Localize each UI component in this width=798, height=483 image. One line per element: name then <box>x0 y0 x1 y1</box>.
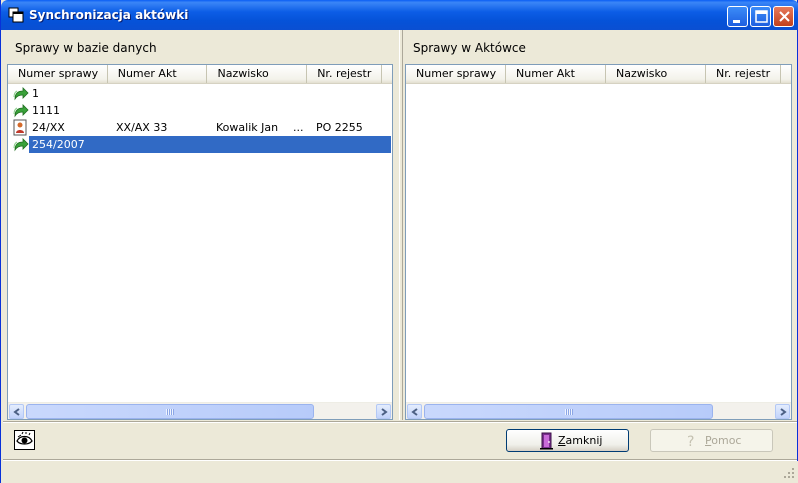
column-header-numer-akt[interactable]: Numer Akt <box>107 65 208 83</box>
column-header-numer-sprawy[interactable]: Numer sprawy <box>8 65 108 83</box>
cell-nazwisko: Kowalik Jan <box>216 121 279 134</box>
table-row-selected[interactable]: 254/2007 <box>8 136 392 153</box>
title-bar[interactable]: Synchronizacja aktówki <box>1 0 798 30</box>
svg-text:?: ? <box>687 434 694 449</box>
chevron-right-icon <box>780 408 787 416</box>
column-header-nazwisko[interactable]: Nazwisko <box>606 65 706 83</box>
column-header-nr-rejestr[interactable]: Nr. rejestr <box>706 65 781 83</box>
question-icon: ? <box>687 434 694 449</box>
left-horizontal-scrollbar[interactable] <box>8 402 392 419</box>
list-rows: 1 1111 24/XX XX/AX 33 Kowalik Jan ... PO… <box>8 85 392 153</box>
cell-numer-sprawy: 254/2007 <box>32 138 85 151</box>
database-cases-list[interactable]: Numer sprawy Numer Akt Nazwisko Nr. reje… <box>7 64 393 420</box>
person-document-icon <box>13 119 27 136</box>
column-header-nr-rejestr[interactable]: Nr. rejestr <box>307 65 383 83</box>
close-icon <box>779 11 790 22</box>
chevron-left-icon <box>13 408 20 416</box>
table-row[interactable]: 1111 <box>8 102 392 119</box>
green-arrow-icon <box>13 104 29 118</box>
column-header-numer-akt[interactable]: Numer Akt <box>506 65 606 83</box>
scroll-thumb[interactable] <box>424 404 713 419</box>
close-window-button[interactable] <box>773 6 794 27</box>
scroll-grip-icon <box>564 409 573 415</box>
left-panel-label: Sprawy w bazie danych <box>15 41 157 55</box>
maximize-button[interactable] <box>750 6 771 27</box>
eye-icon[interactable] <box>14 430 35 450</box>
scroll-right-button[interactable] <box>376 404 391 419</box>
window-title: Synchronizacja aktówki <box>29 8 189 22</box>
minimize-button[interactable] <box>727 6 748 27</box>
scroll-grip-icon <box>166 409 174 415</box>
right-horizontal-scrollbar[interactable] <box>406 402 791 419</box>
scroll-left-button[interactable] <box>9 404 24 419</box>
door-icon <box>540 432 553 450</box>
column-header-numer-sprawy[interactable]: Numer sprawy <box>406 65 506 83</box>
scroll-thumb[interactable] <box>26 404 314 419</box>
close-button-label: Zamknij <box>558 434 603 447</box>
chevron-right-icon <box>381 408 388 416</box>
cell-numer-akt: XX/AX 33 <box>116 121 168 134</box>
sync-window: Synchronizacja aktówki Sprawy w bazie da… <box>0 0 798 483</box>
app-icon <box>8 7 24 23</box>
close-button[interactable]: Zamknij <box>506 429 629 452</box>
scroll-right-button[interactable] <box>775 404 790 419</box>
cell-numer-sprawy: 24/XX <box>32 121 65 134</box>
minimize-icon <box>733 20 740 23</box>
table-row[interactable]: 24/XX XX/AX 33 Kowalik Jan ... PO 2255 <box>8 119 392 136</box>
chevron-left-icon <box>411 408 418 416</box>
divider <box>3 421 797 423</box>
scroll-left-button[interactable] <box>407 404 422 419</box>
green-arrow-icon <box>13 138 29 152</box>
table-row[interactable]: 1 <box>8 85 392 102</box>
resize-grip-icon[interactable] <box>783 467 795 479</box>
status-bar <box>1 461 798 483</box>
cell-nr-rejestr: PO 2255 <box>316 121 363 134</box>
cell-numer-sprawy: 1111 <box>32 104 60 117</box>
right-panel-label: Sprawy w Aktówce <box>413 41 526 55</box>
list-header: Numer sprawy Numer Akt Nazwisko Nr. reje… <box>406 65 791 84</box>
briefcase-cases-list[interactable]: Numer sprawy Numer Akt Nazwisko Nr. reje… <box>405 64 792 420</box>
cell-truncated: ... <box>293 121 304 134</box>
list-header: Numer sprawy Numer Akt Nazwisko Nr. reje… <box>8 65 392 84</box>
column-header-filler <box>781 65 791 83</box>
help-button-label: Pomoc <box>705 434 742 447</box>
cell-numer-sprawy: 1 <box>32 87 39 100</box>
green-arrow-icon <box>13 87 29 101</box>
column-header-nazwisko[interactable]: Nazwisko <box>207 65 308 83</box>
maximize-icon <box>755 10 768 23</box>
column-header-filler <box>382 65 392 83</box>
help-button[interactable]: ? Pomoc <box>650 429 773 452</box>
